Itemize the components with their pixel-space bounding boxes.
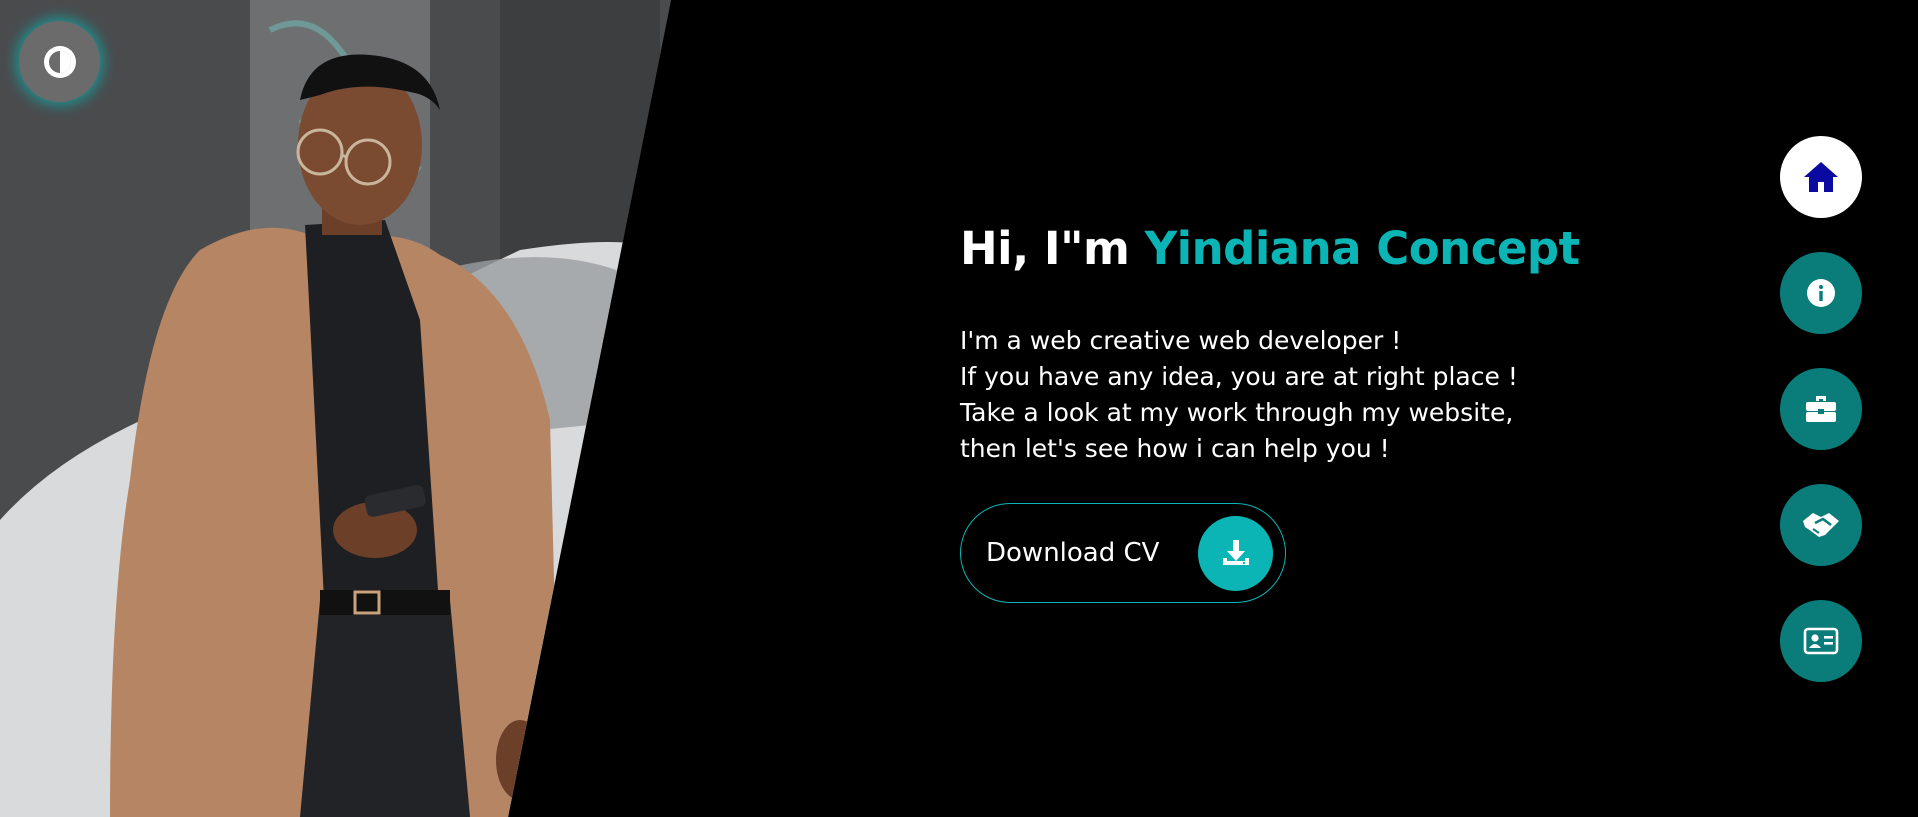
page-title: Hi, I"m Yindiana Concept bbox=[960, 218, 1600, 280]
nav-home-button[interactable] bbox=[1780, 136, 1862, 218]
description-line: If you have any idea, you are at right p… bbox=[960, 362, 1518, 391]
briefcase-icon bbox=[1806, 396, 1836, 422]
hero-description: I'm a web creative web developer ! If yo… bbox=[960, 323, 1600, 467]
nav-services-button[interactable] bbox=[1780, 484, 1862, 566]
info-icon bbox=[1807, 279, 1835, 307]
description-line: Take a look at my work through my websit… bbox=[960, 398, 1514, 427]
portrait-photo bbox=[0, 0, 671, 817]
hero-greeting: Hi, I"m bbox=[960, 222, 1145, 275]
contact-card-icon bbox=[1803, 627, 1839, 655]
hero-section: Hi, I"m Yindiana Concept I'm a web creat… bbox=[960, 218, 1600, 467]
half-circle-contrast-icon bbox=[43, 45, 76, 78]
portrait-illustration bbox=[0, 0, 671, 817]
description-line: then let's see how i can help you ! bbox=[960, 434, 1390, 463]
home-page: Hi, I"m Yindiana Concept I'm a web creat… bbox=[0, 0, 1918, 817]
home-icon bbox=[1804, 162, 1838, 192]
nav-about-button[interactable] bbox=[1780, 252, 1862, 334]
description-line: I'm a web creative web developer ! bbox=[960, 326, 1402, 355]
download-icon-wrapper bbox=[1198, 515, 1273, 591]
nav-portfolio-button[interactable] bbox=[1780, 368, 1862, 450]
side-navigation bbox=[1780, 136, 1862, 682]
hero-name: Yindiana Concept bbox=[1144, 222, 1581, 275]
download-cv-button[interactable]: Download CV bbox=[960, 503, 1286, 603]
handshake-icon bbox=[1803, 513, 1839, 537]
download-icon bbox=[1222, 540, 1249, 565]
theme-toggle-button[interactable] bbox=[19, 21, 100, 102]
download-cv-label: Download CV bbox=[986, 538, 1160, 568]
nav-contact-button[interactable] bbox=[1780, 600, 1862, 682]
